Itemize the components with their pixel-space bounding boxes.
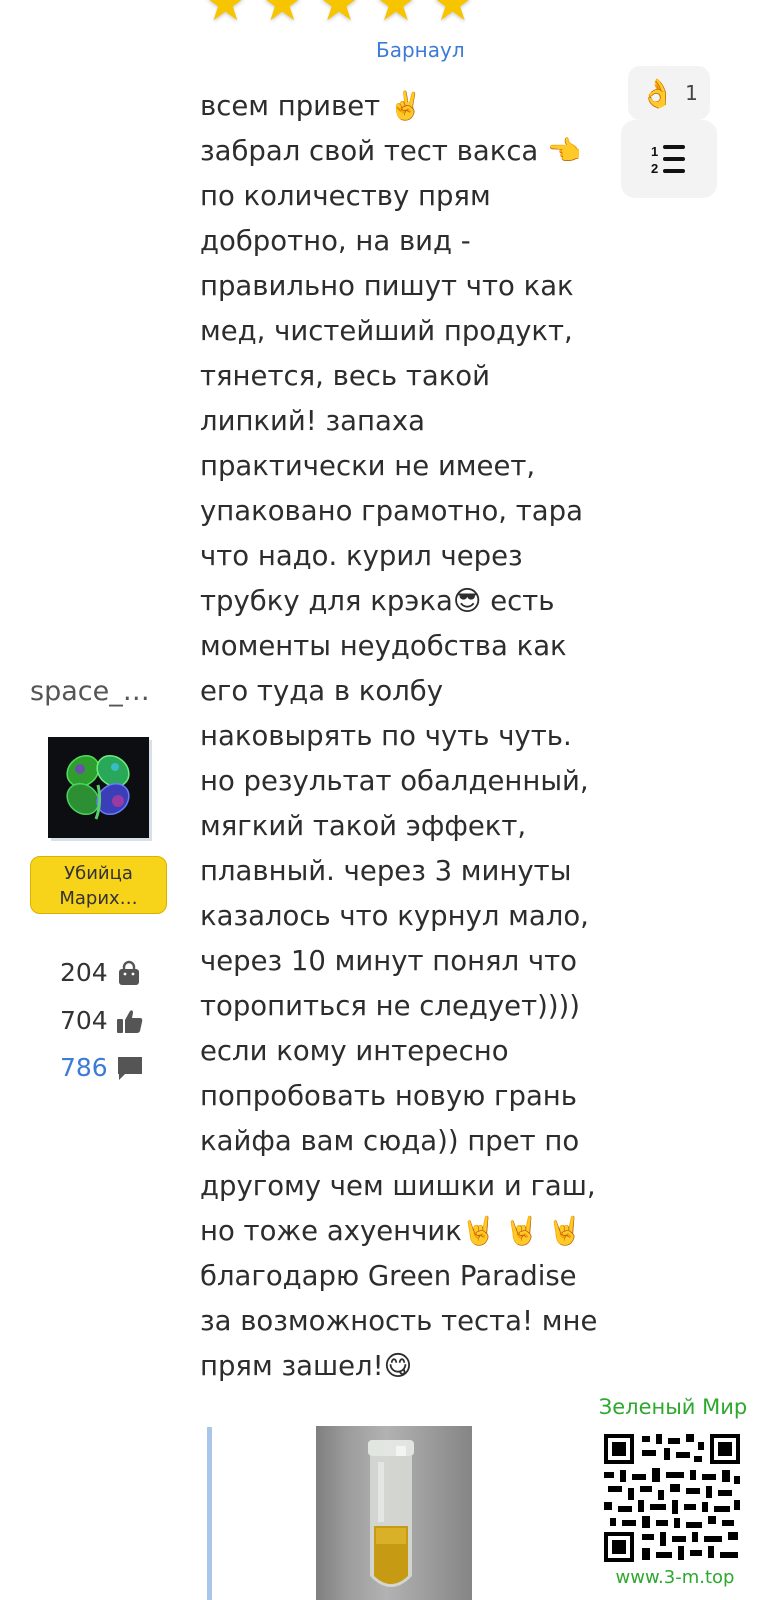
post-line: другому чем шишки и гаш, [200,1170,596,1202]
post-line: плавный. через 3 минуты [200,855,572,887]
post-line: через 10 минут понял что [200,945,578,977]
attachment-divider [207,1427,212,1600]
star-icon: ★ [430,0,476,32]
post-line: по количеству прям [200,180,491,212]
svg-text:1: 1 [651,144,658,159]
shopping-bag-icon [118,960,139,985]
post-line: тянется, весь такой [200,360,490,392]
location-link[interactable]: Барнаул [376,38,465,62]
post-line: забрал свой тест вакса 👈 [200,135,582,167]
post-line: его туда в колбу [200,675,444,707]
stat-likes: 704 [60,1006,144,1035]
reaction-button[interactable]: 👌 1 [628,66,710,120]
svg-text:2: 2 [651,161,658,176]
stat-comments[interactable]: 786 [60,1053,144,1082]
stat-purchases: 204 [60,958,142,987]
post-line: трубку для крэка😎 есть [200,585,555,617]
post-line: правильно пишут что как [200,270,574,302]
attachment-photo [316,1426,472,1600]
purchases-count: 204 [60,958,108,987]
post-line: всем привет ✌️ [200,90,424,122]
post-line: торопиться не следует)))) [200,990,581,1022]
avatar[interactable] [48,737,149,838]
wax-tube-image [368,1440,414,1587]
post-line: мед, чистейший продукт, [200,315,573,347]
clover-avatar [48,737,149,838]
post-line: попробовать новую грань [200,1080,577,1112]
star-icon: ★ [373,0,419,32]
post-line: благодарю Green Paradise [200,1260,577,1292]
author-username[interactable]: space_… [30,676,150,707]
post-line: практически не имеет, [200,450,536,482]
post-line: упаковано грамотно, тара [200,495,583,527]
star-icon: ★ [316,0,362,32]
star-icon: ★ [203,0,248,32]
rating-stars: ★ ★ ★ ★ ★ [203,0,475,28]
star-icon: ★ [259,0,305,32]
post-line: что надо. курил через [200,540,523,572]
rank-line: Марих… [59,888,138,909]
likes-count: 704 [60,1006,108,1035]
post-line: прям зашел!😋 [200,1350,413,1382]
post-line: наковырять по чуть чуть. [200,720,572,752]
review-text: всем привет ✌️ забрал свой тест вакса 👈 … [200,84,598,1389]
post-line: казалось что курнул мало, [200,900,589,932]
post-line: но тоже ахуенчик🤘 🤘 🤘 [200,1215,583,1247]
post-line: мягкий такой эффект, [200,810,527,842]
post-line: добротно, на вид - [200,225,471,257]
numbered-list-button[interactable]: 1 2 [621,120,717,198]
post-line: если кому интересно [200,1035,509,1067]
reaction-count: 1 [685,81,698,105]
post-line: но результат обалденный, [200,765,589,797]
post-line: кайфа вам сюда)) прет по [200,1125,580,1157]
qr-code [602,1432,742,1564]
thumbs-up-icon [116,1009,142,1033]
comment-icon [117,1056,142,1080]
comments-count[interactable]: 786 [60,1053,108,1082]
numbered-list-icon: 1 2 [651,144,685,176]
watermark-site: www.3-m.top [615,1567,735,1588]
rank-line: Убийца [64,863,133,884]
post-line: моменты неудобства как [200,630,567,662]
post-line: липкий! запаха [200,405,425,437]
attachment-thumbnail[interactable] [292,1423,504,1600]
watermark-brand: Зеленый Мир [598,1395,748,1419]
ok-hand-icon: 👌 [640,76,676,110]
post-line: за возможность теста! мне [200,1305,598,1337]
rank-badge: Убийца Марих… [30,856,167,914]
